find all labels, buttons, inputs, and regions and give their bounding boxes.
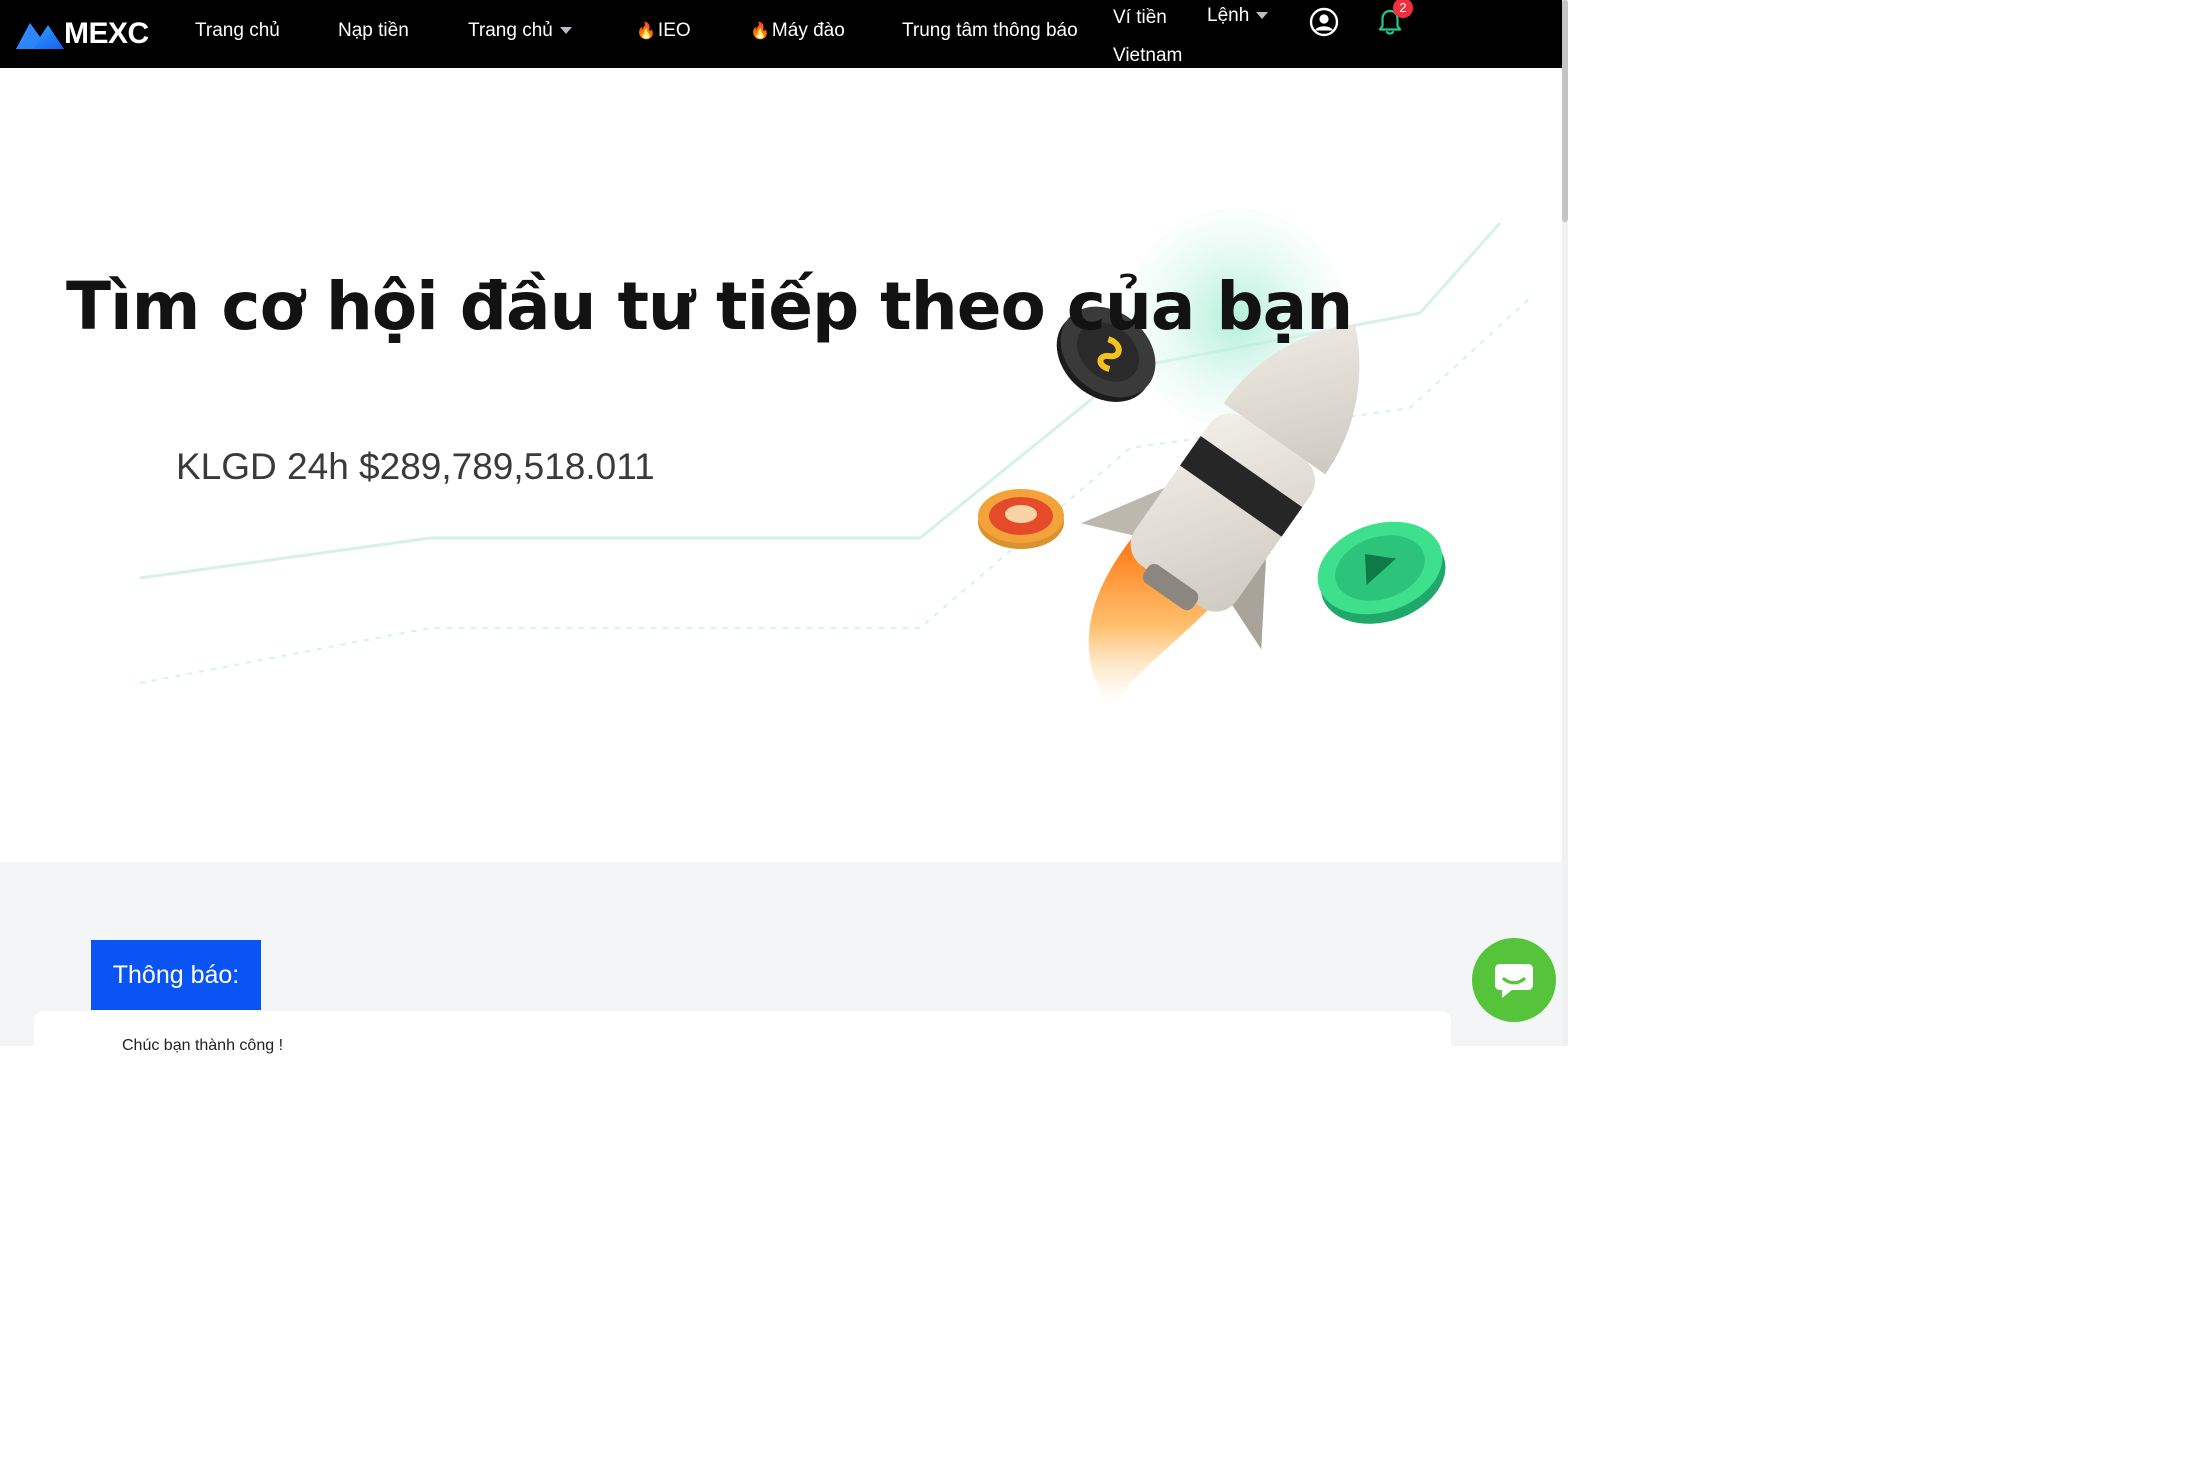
fire-icon: 🔥 bbox=[636, 23, 656, 40]
nav-mining[interactable]: 🔥 Máy đào bbox=[750, 20, 845, 42]
notification-bell-button[interactable]: 2 bbox=[1377, 0, 1413, 36]
user-icon bbox=[1309, 7, 1339, 37]
chevron-down-icon bbox=[559, 27, 572, 35]
green-coin bbox=[1317, 521, 1446, 624]
nav-ieo-label: IEO bbox=[657, 20, 691, 41]
brand-logo[interactable]: MEXC bbox=[14, 16, 149, 52]
account-button[interactable] bbox=[1309, 7, 1339, 37]
page-scrollbar[interactable] bbox=[1562, 0, 1568, 1046]
nav-orders-dropdown[interactable]: Lệnh bbox=[1207, 5, 1269, 27]
chevron-down-icon bbox=[1256, 12, 1269, 20]
notice-tab[interactable]: Thông báo: bbox=[91, 940, 261, 1010]
nav-orders-label: Lệnh bbox=[1207, 5, 1250, 26]
hero-section: Tìm cơ hội đầu tư tiếp theo của bạn KLGD… bbox=[0, 68, 1562, 862]
nav-home-dropdown-label: Trang chủ bbox=[468, 20, 553, 41]
top-navbar: MEXC Trang chủ Nạp tiền Trang chủ 🔥 IEO 🔥… bbox=[0, 0, 1562, 68]
live-chat-button[interactable] bbox=[1472, 938, 1556, 1022]
notice-card: Chúc bạn thành công ! bbox=[34, 1011, 1451, 1071]
notice-message: Chúc bạn thành công ! bbox=[122, 1037, 284, 1054]
shiba-coin bbox=[978, 489, 1064, 549]
nav-wallet[interactable]: Ví tiền bbox=[1113, 2, 1182, 34]
hero-title: Tìm cơ hội đầu tư tiếp theo của bạn bbox=[66, 268, 1353, 345]
nav-home-dropdown[interactable]: Trang chủ bbox=[468, 20, 572, 42]
wallet-region-block: Ví tiền Vietnam bbox=[1113, 2, 1182, 78]
fire-icon: 🔥 bbox=[750, 23, 770, 40]
nav-home[interactable]: Trang chủ bbox=[195, 20, 280, 42]
mexc-logo-icon bbox=[16, 23, 64, 49]
scrollbar-thumb[interactable] bbox=[1562, 0, 1568, 222]
chat-bubble-icon bbox=[1495, 964, 1533, 998]
notice-section: Thông báo: Chúc bạn thành công ! bbox=[0, 862, 1562, 1071]
nav-deposit[interactable]: Nạp tiền bbox=[338, 20, 409, 42]
trading-volume-24h: KLGD 24h $289,789,518.011 bbox=[176, 446, 655, 487]
nav-mining-label: Máy đào bbox=[771, 20, 845, 41]
brand-name: MEXC bbox=[64, 17, 149, 50]
nav-ieo[interactable]: 🔥 IEO bbox=[636, 20, 691, 42]
notification-count-badge: 2 bbox=[1393, 0, 1413, 18]
nav-notification-center[interactable]: Trung tâm thông báo bbox=[902, 20, 1078, 42]
